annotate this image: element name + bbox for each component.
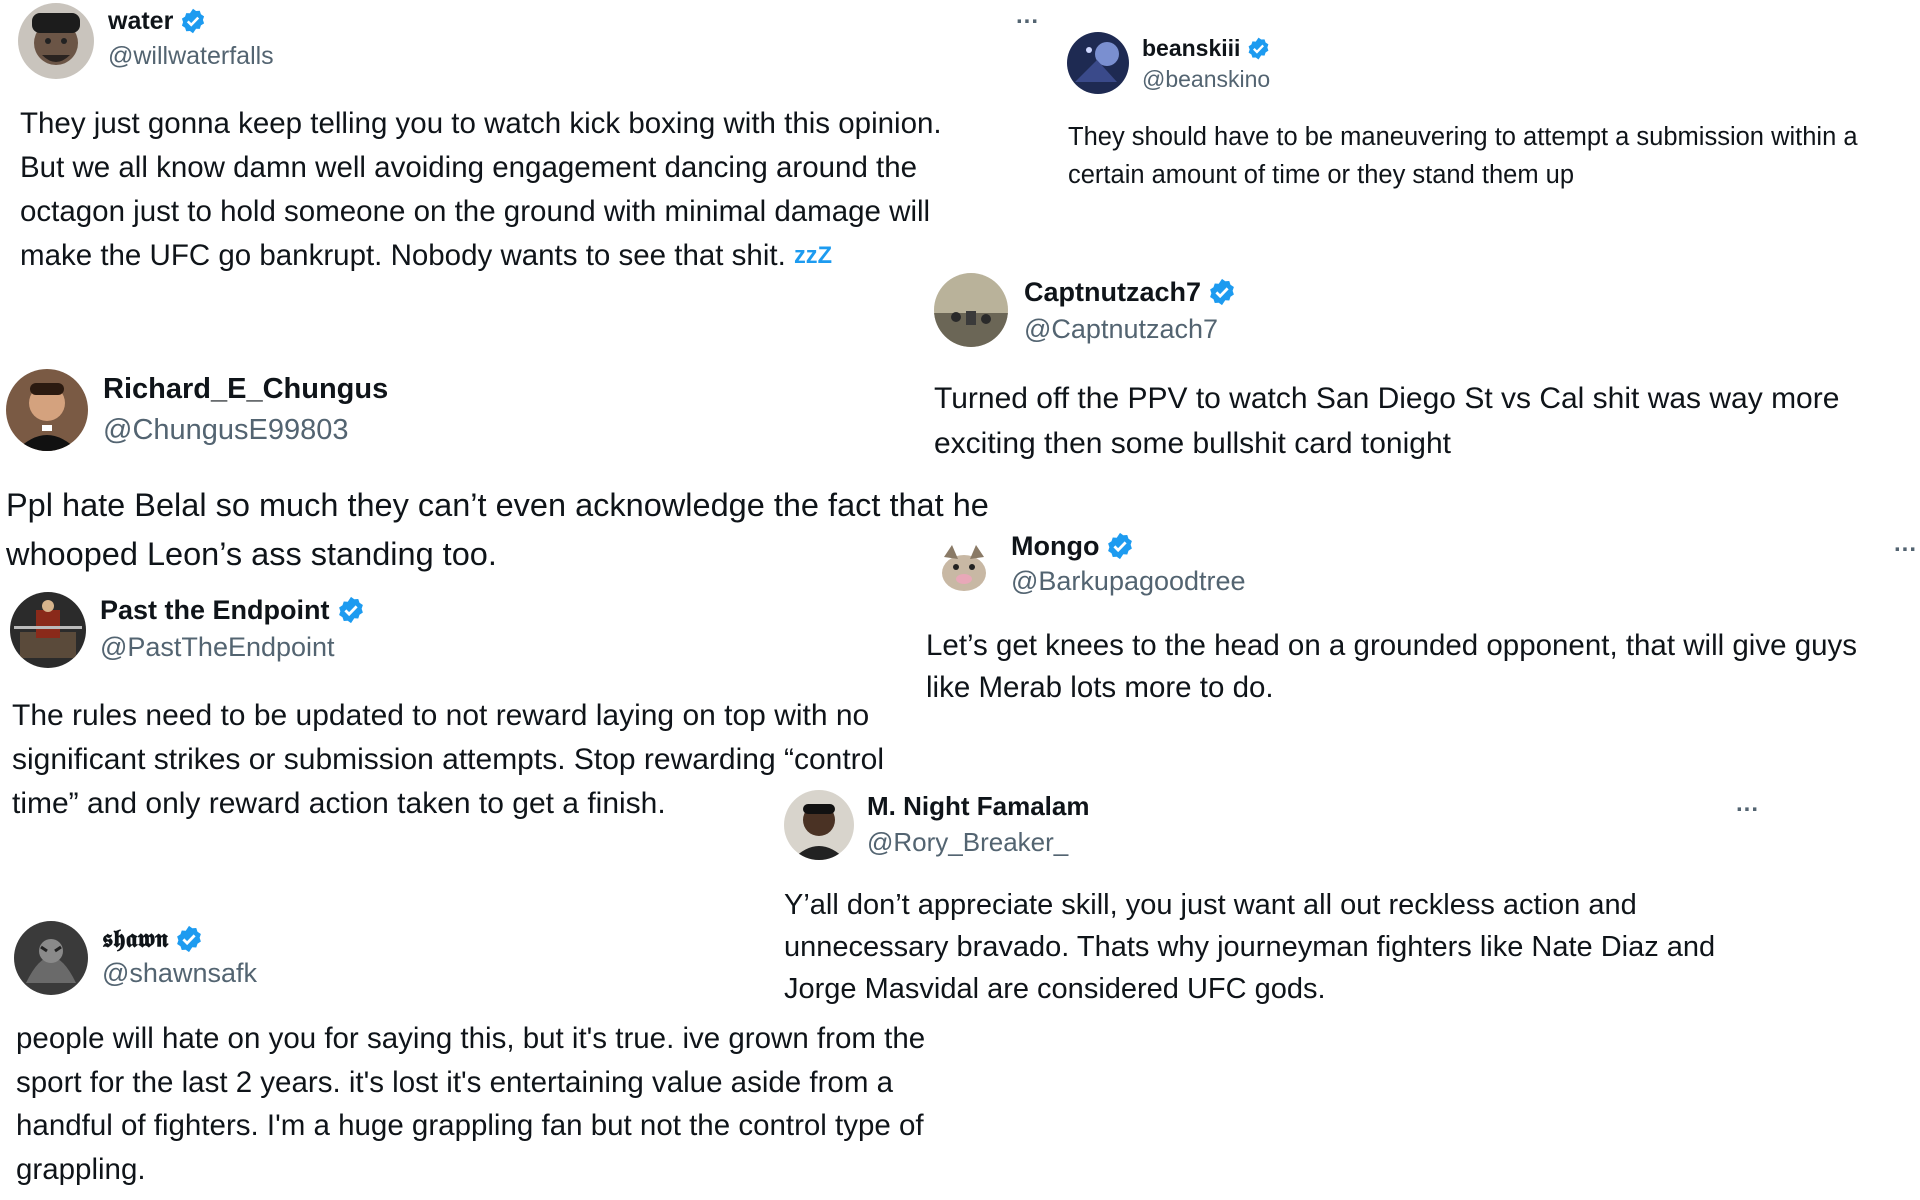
more-options-icon[interactable]: ... — [1016, 2, 1039, 30]
tweet-text: Turned off the PPV to watch San Diego St… — [934, 382, 1840, 460]
verified-badge-icon — [336, 595, 366, 625]
author-name[interactable]: Mongo — [1011, 531, 1099, 562]
avatar[interactable] — [10, 592, 86, 668]
author-handle[interactable]: @ChungusE99803 — [103, 414, 349, 447]
author-name[interactable]: beanskiii — [1142, 35, 1240, 62]
author-handle[interactable]: @beanskino — [1142, 66, 1270, 93]
verified-badge-icon — [1246, 36, 1271, 61]
author-handle[interactable]: @Rory_Breaker_ — [867, 827, 1068, 858]
verified-badge-icon — [174, 924, 204, 954]
author-name[interactable]: water — [108, 7, 173, 36]
author-name[interactable]: 𝖘𝖍𝖆𝖜𝖓 — [102, 924, 168, 954]
author-handle[interactable]: @Barkupagoodtree — [1011, 566, 1246, 597]
zzz-emoji-icon: zzZ — [793, 243, 832, 269]
author-handle[interactable]: @willwaterfalls — [108, 42, 274, 71]
avatar[interactable] — [784, 790, 854, 860]
verified-badge-icon — [1207, 277, 1237, 307]
avatar[interactable] — [930, 533, 998, 601]
verified-badge-icon — [179, 7, 207, 35]
avatar[interactable] — [6, 369, 88, 451]
avatar[interactable] — [934, 273, 1008, 347]
tweet-text: people will hate on you for saying this,… — [16, 1022, 926, 1186]
more-options-icon[interactable]: ... — [1894, 530, 1917, 558]
author-handle[interactable]: @Captnutzach7 — [1024, 314, 1218, 345]
author-handle[interactable]: @PastTheEndpoint — [100, 632, 335, 663]
tweet-text: Y’all don’t appreciate skill, you just w… — [784, 889, 1716, 1005]
author-name[interactable]: Past the Endpoint — [100, 595, 330, 626]
tweet-text: They should have to be maneuvering to at… — [1068, 123, 1858, 189]
author-handle[interactable]: @shawnsafk — [102, 958, 257, 989]
avatar[interactable] — [14, 921, 88, 995]
avatar[interactable] — [1067, 32, 1129, 94]
author-name[interactable]: M. Night Famalam — [867, 791, 1089, 822]
author-name[interactable]: Richard_E_Chungus — [103, 373, 388, 406]
tweet-text: Let’s get knees to the head on a grounde… — [926, 629, 1858, 704]
avatar[interactable] — [18, 3, 94, 79]
tweet-text: They just gonna keep telling you to watc… — [20, 102, 1040, 278]
more-options-icon[interactable]: ... — [1736, 790, 1759, 818]
verified-badge-icon — [1105, 531, 1135, 561]
author-name[interactable]: Captnutzach7 — [1024, 277, 1201, 308]
